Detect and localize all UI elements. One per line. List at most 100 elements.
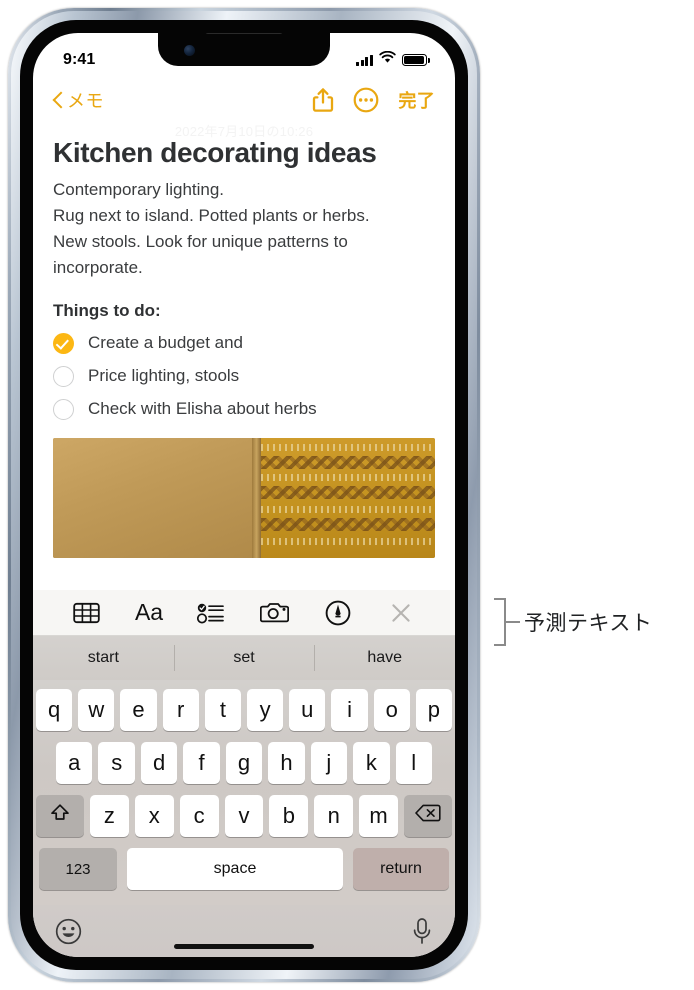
photo-pattern-band: [261, 505, 435, 513]
note-paragraph: New stools. Look for unique patterns to: [53, 232, 348, 252]
on-screen-keyboard: q w e r t y u i o p a s d f g h j k l z …: [33, 680, 455, 905]
share-icon[interactable]: [312, 87, 334, 113]
key-w[interactable]: w: [78, 689, 115, 731]
device-bezel: 9:41 メモ 完了 2022年7月10日の10:26 Kitchen deco…: [11, 11, 477, 979]
photo-pattern-band: [261, 537, 435, 545]
return-key[interactable]: return: [353, 848, 449, 890]
key-g[interactable]: g: [225, 742, 263, 784]
battery-full-icon: [402, 54, 430, 66]
checklist-icon[interactable]: [196, 598, 226, 628]
photo-seam: [251, 437, 262, 558]
key-e[interactable]: e: [120, 689, 157, 731]
photo-pattern-band: [261, 485, 435, 499]
checkbox-checked-icon[interactable]: [53, 332, 74, 354]
checkbox-unchecked-icon[interactable]: [53, 398, 74, 420]
device-notch: [158, 33, 330, 66]
checklist-item[interactable]: Check with Elisha about herbs: [53, 393, 435, 426]
markup-pen-icon[interactable]: [323, 598, 353, 628]
more-circle-icon[interactable]: [353, 87, 379, 113]
key-m[interactable]: m: [359, 795, 399, 837]
key-y[interactable]: y: [247, 689, 284, 731]
key-o[interactable]: o: [373, 689, 410, 731]
done-button[interactable]: 完了: [398, 87, 435, 113]
key-r[interactable]: r: [162, 689, 199, 731]
note-checklist: Create a budget and Price lighting, stoo…: [53, 327, 435, 426]
note-paragraph: incorporate.: [53, 257, 143, 277]
wifi-icon: [379, 50, 396, 69]
note-paragraph: Contemporary lighting.: [53, 180, 225, 200]
note-subheading: Things to do:: [53, 300, 161, 320]
backspace-key[interactable]: [404, 795, 453, 837]
text-format-icon[interactable]: Aa: [135, 598, 163, 628]
callout-label: 予測テキスト: [524, 612, 653, 635]
key-h[interactable]: h: [268, 742, 305, 784]
keyboard-row-1: q w e r t y u i o p: [35, 689, 453, 731]
checklist-item-label: Create a budget and: [88, 333, 244, 353]
key-q[interactable]: q: [35, 689, 73, 731]
keyboard-row-2: a s d f g h j k l: [36, 742, 452, 784]
prediction-suggestion[interactable]: have: [314, 636, 455, 680]
back-to-notes-button[interactable]: メモ: [53, 87, 104, 113]
key-c[interactable]: c: [179, 795, 219, 837]
backspace-icon: [415, 803, 441, 829]
keyboard-row-3: z x c v b n m: [36, 795, 453, 837]
key-j[interactable]: j: [310, 742, 348, 784]
screenshot-root: 9:41 メモ 完了 2022年7月10日の10:26 Kitchen deco…: [0, 0, 694, 990]
close-icon[interactable]: [386, 598, 416, 628]
prediction-suggestion[interactable]: start: [33, 636, 174, 680]
back-button-label: メモ: [67, 91, 104, 111]
camera-icon[interactable]: [260, 598, 290, 628]
navigation-bar: メモ 完了: [33, 77, 455, 123]
key-l[interactable]: l: [395, 742, 432, 784]
key-a[interactable]: a: [56, 742, 93, 784]
key-n[interactable]: n: [314, 795, 354, 837]
earpiece-speaker-icon: [205, 33, 283, 34]
device-black-border: 9:41 メモ 完了 2022年7月10日の10:26 Kitchen deco…: [20, 20, 468, 970]
checklist-item[interactable]: Create a budget and: [53, 327, 435, 360]
chevron-left-icon: [53, 91, 63, 109]
prediction-suggestion[interactable]: set: [173, 636, 315, 680]
shift-key[interactable]: [36, 795, 84, 837]
emoji-smiley-icon[interactable]: [55, 918, 82, 945]
key-v[interactable]: v: [224, 795, 264, 837]
table-icon[interactable]: [72, 598, 102, 628]
microphone-icon[interactable]: [411, 917, 433, 945]
key-t[interactable]: t: [204, 689, 241, 731]
status-bar-time: 9:41: [63, 51, 96, 68]
key-z[interactable]: z: [90, 795, 129, 837]
note-attached-photo[interactable]: [53, 437, 435, 558]
key-d[interactable]: d: [140, 742, 178, 784]
checklist-item[interactable]: Price lighting, stools: [53, 360, 435, 393]
photo-right-region: [261, 437, 435, 558]
space-key[interactable]: space: [127, 848, 343, 890]
front-camera-icon: [184, 45, 195, 56]
key-p[interactable]: p: [415, 689, 453, 731]
key-s[interactable]: s: [98, 742, 135, 784]
navigation-actions: 完了: [312, 87, 435, 113]
callout-leader-line: [506, 621, 520, 623]
note-timestamp: 2022年7月10日の10:26: [174, 124, 314, 139]
numbers-key[interactable]: 123: [39, 848, 117, 890]
key-u[interactable]: u: [289, 689, 326, 731]
notes-format-toolbar: Aa: [33, 590, 455, 636]
photo-pattern-band: [261, 517, 435, 531]
home-indicator[interactable]: [174, 944, 314, 949]
phone-screen: 9:41 メモ 完了 2022年7月10日の10:26 Kitchen deco…: [33, 33, 455, 957]
key-i[interactable]: i: [331, 689, 368, 731]
cellular-signal-icon: [356, 54, 373, 66]
shift-arrow-icon: [49, 802, 71, 830]
key-b[interactable]: b: [269, 795, 309, 837]
keyboard-area: Aa start set have q w e r t y u i o p a …: [33, 590, 455, 957]
photo-pattern-band: [261, 473, 435, 481]
key-x[interactable]: x: [134, 795, 174, 837]
callout-bracket: [494, 598, 506, 646]
photo-pattern-band: [261, 443, 435, 451]
iphone-device-frame: 9:41 メモ 完了 2022年7月10日の10:26 Kitchen deco…: [8, 8, 480, 982]
note-paragraph: Rug next to island. Potted plants or her…: [53, 206, 370, 226]
photo-pattern-band: [261, 455, 435, 469]
status-bar-indicators: [356, 50, 430, 69]
callout-predictive-text: 予測テキスト: [494, 598, 652, 646]
checkbox-unchecked-icon[interactable]: [53, 365, 74, 387]
key-f[interactable]: f: [183, 742, 220, 784]
key-k[interactable]: k: [353, 742, 390, 784]
